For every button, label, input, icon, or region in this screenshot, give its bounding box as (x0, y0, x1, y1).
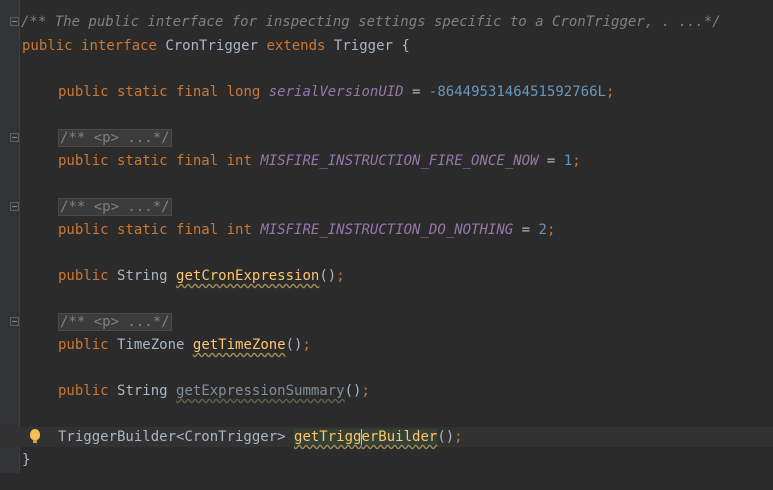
parens: () (344, 383, 362, 399)
modifiers: public static final (58, 222, 219, 238)
method-get-trigger-builder[interactable]: getTriggerBuilder (294, 429, 438, 445)
keyword-public: public (22, 38, 73, 54)
semicolon: ; (454, 429, 463, 445)
code-line-do-nothing[interactable]: public static final int MISFIRE_INSTRUCT… (0, 220, 773, 240)
type-long: long (226, 84, 261, 100)
type-int: int (226, 153, 252, 169)
folded-doc-comment[interactable]: /** <p> ...*/ (58, 129, 172, 147)
type-int: int (226, 222, 252, 238)
do-nothing-constant[interactable]: MISFIRE_INSTRUCTION_DO_NOTHING (260, 222, 513, 238)
interface-name[interactable]: CronTrigger (165, 38, 258, 54)
header-doc-comment[interactable]: /** The public interface for inspecting … (21, 14, 721, 30)
open-brace: { (401, 38, 410, 54)
semicolon: ; (361, 383, 370, 399)
code-line-fire-once[interactable]: public static final int MISFIRE_INSTRUCT… (0, 151, 773, 171)
folded-doc-comment[interactable]: /** <p> ...*/ (58, 313, 172, 331)
equals-sign: = (521, 222, 531, 238)
semicolon: ; (336, 268, 345, 284)
closing-brace: } (22, 452, 31, 468)
semicolon: ; (605, 84, 615, 100)
modifiers: public static final (58, 153, 219, 169)
method-get-cron-expression[interactable]: getCronExpression (176, 268, 319, 284)
code-line-get-expression-summary[interactable]: public String getExpressionSummary(); (0, 381, 773, 401)
do-nothing-value: 2 (538, 222, 547, 238)
return-type[interactable]: String (117, 268, 168, 284)
keyword-public: public (58, 337, 109, 353)
fire-once-value: 1 (563, 153, 573, 169)
parens: () (319, 268, 337, 284)
fold-toggle-icon[interactable] (10, 202, 19, 211)
code-line-folded-doc-1[interactable]: /** <p> ...*/ (0, 128, 773, 148)
lightbulb-icon[interactable] (30, 429, 40, 443)
code-line-1[interactable]: /** The public interface for inspecting … (0, 12, 773, 32)
fold-toggle-icon[interactable] (10, 17, 19, 26)
code-line-closing-brace[interactable]: } (0, 450, 773, 470)
method-name-part: getTrigg (294, 429, 362, 445)
return-type[interactable]: TriggerBuilder<CronTrigger> (58, 429, 286, 445)
semicolon: ; (302, 337, 311, 353)
code-line-serial[interactable]: public static final long serialVersionUI… (0, 82, 773, 102)
modifiers: public static final (58, 84, 219, 100)
equals-sign: = (412, 84, 421, 100)
fold-toggle-icon[interactable] (10, 133, 19, 142)
serial-value: -8644953146451592766L (428, 84, 606, 100)
code-line-get-trigger-builder[interactable]: TriggerBuilder<CronTrigger> getTriggerBu… (0, 427, 773, 447)
keyword-public: public (58, 268, 109, 284)
code-line-folded-doc-3[interactable]: /** <p> ...*/ (0, 312, 773, 332)
code-line-2[interactable]: public interface CronTrigger extends Tri… (0, 36, 773, 56)
code-line-get-time-zone[interactable]: public TimeZone getTimeZone(); (0, 335, 773, 355)
method-name-part: erBuilder (361, 429, 438, 445)
code-line-get-cron-expression[interactable]: public String getCronExpression(); (0, 266, 773, 286)
code-line-folded-doc-2[interactable]: /** <p> ...*/ (0, 197, 773, 217)
keyword-public: public (58, 383, 109, 399)
parent-interface[interactable]: Trigger (334, 38, 393, 54)
fold-toggle-icon[interactable] (10, 317, 19, 326)
semicolon: ; (572, 153, 581, 169)
folded-doc-comment[interactable]: /** <p> ...*/ (58, 198, 172, 216)
semicolon: ; (546, 222, 556, 238)
keyword-interface: interface (81, 38, 157, 54)
serial-version-uid[interactable]: serialVersionUID (269, 84, 404, 100)
return-type[interactable]: TimeZone (117, 337, 184, 353)
fire-once-constant[interactable]: MISFIRE_INSTRUCTION_FIRE_ONCE_NOW (260, 153, 538, 169)
method-get-time-zone[interactable]: getTimeZone (193, 337, 286, 353)
equals-sign: = (546, 153, 556, 169)
parens: () (437, 429, 455, 445)
keyword-extends: extends (266, 38, 326, 54)
return-type[interactable]: String (117, 383, 168, 399)
parens: () (285, 337, 303, 353)
method-get-expression-summary[interactable]: getExpressionSummary (176, 383, 345, 399)
